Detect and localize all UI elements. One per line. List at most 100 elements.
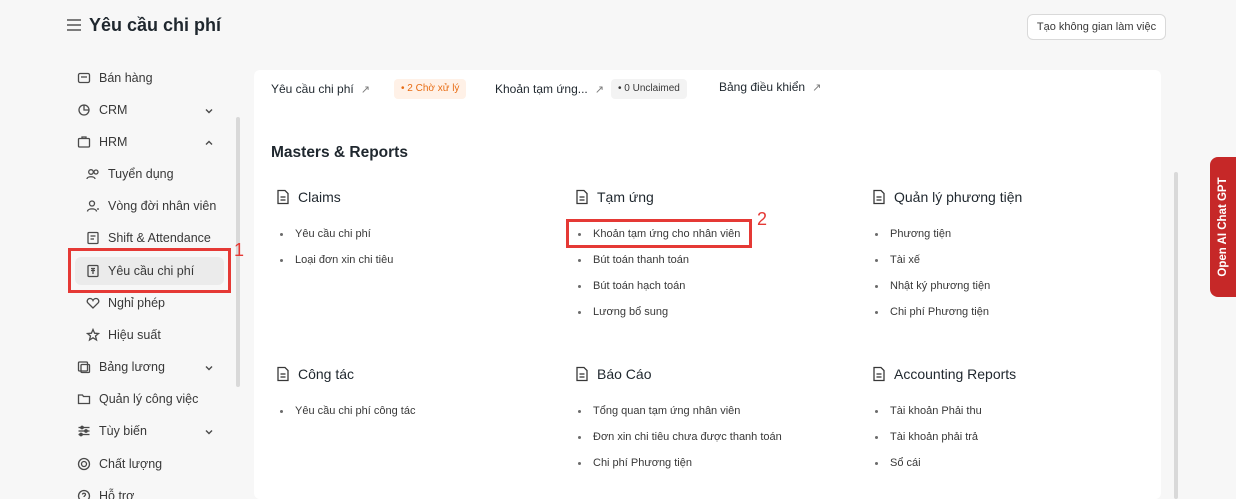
sidebar-item-label: Chất lượng — [99, 457, 163, 471]
sidebar-item-label: Bảng lương — [99, 360, 165, 374]
support-icon — [77, 489, 91, 499]
topbar: Yêu cầu chi phí Tạo không gian làm việc — [0, 0, 1236, 56]
bullet — [875, 435, 878, 439]
group-title-text: Quản lý phương tiện — [894, 189, 1023, 205]
sidebar-item-label: Nghỉ phép — [108, 296, 165, 310]
document-icon — [275, 366, 291, 382]
group-title-travel: Công tác — [275, 366, 354, 382]
link-vehicle-expense-report[interactable]: Chi phí Phương tiện — [578, 457, 692, 469]
link-text: Tài xế — [890, 254, 920, 266]
link-travel-request[interactable]: Yêu cầu chi phí công tác — [280, 405, 415, 417]
group-title-reports: Báo Cáo — [574, 366, 651, 382]
sidebar-item-recruitment[interactable]: Tuyển dụng — [86, 161, 174, 187]
bullet — [578, 310, 581, 314]
bullet — [578, 284, 581, 288]
link-text: Tổng quan tạm ứng nhân viên — [593, 405, 741, 417]
link-text: Phương tiện — [890, 228, 952, 240]
sidebar-item-employee-lifecycle[interactable]: Vòng đời nhân viên — [86, 193, 216, 219]
group-title-vehicle-management: Quản lý phương tiện — [871, 189, 1022, 205]
bullet — [280, 258, 283, 262]
chevron-up-icon[interactable] — [204, 137, 214, 147]
external-arrow-icon: ↗ — [812, 81, 822, 94]
sidebar-item-label: Hỗ trợ — [99, 489, 135, 499]
group-title-advance: Tạm ứng — [574, 189, 654, 205]
annotation-number-1: 1 — [234, 240, 245, 260]
shortcut-label: Bảng điều khiển — [719, 80, 806, 94]
bullet — [578, 409, 581, 413]
sidebar-item-label: Tùy biến — [99, 424, 147, 438]
chevron-down-icon[interactable] — [204, 362, 214, 372]
group-title-text: Báo Cáo — [597, 366, 652, 382]
payroll-icon — [77, 360, 91, 374]
sidebar-item-support[interactable]: Hỗ trợ — [77, 483, 134, 499]
link-text: Nhật ký phương tiện — [890, 280, 991, 292]
shortcut-expense-claim[interactable]: Yêu cầu chi phí ↗ — [271, 82, 370, 96]
bullet — [875, 284, 878, 288]
main-card: Yêu cầu chi phí ↗ • 2 Chờ xử lý Khoản tạ… — [254, 70, 1161, 499]
shortcut-dashboard[interactable]: Bảng điều khiển ↗ — [719, 80, 821, 94]
link-journal-entry[interactable]: Bút toán hạch toán — [578, 280, 685, 292]
create-workspace-button[interactable]: Tạo không gian làm việc — [1027, 14, 1166, 40]
sidebar-item-project-management[interactable]: Quản lý công việc — [77, 386, 198, 412]
shortcut-label: Yêu cầu chi phí — [271, 82, 354, 96]
gpt-tab-label: Open AI Chat GPT — [1217, 177, 1229, 277]
main-scrollbar[interactable] — [1174, 172, 1178, 499]
sidebar-item-label: CRM — [99, 103, 128, 117]
link-text: Đơn xin chi tiêu chưa được thanh toán — [593, 431, 782, 443]
bullet — [578, 461, 581, 465]
link-expense-claim-type[interactable]: Loại đơn xin chi tiêu — [280, 254, 393, 266]
annotation-number-2: 2 — [757, 209, 768, 229]
star-icon — [85, 327, 101, 342]
bullet — [280, 409, 283, 413]
bullet — [875, 409, 878, 413]
sidebar-item-customize[interactable]: Tùy biến — [77, 418, 214, 444]
sidebar-item-performance[interactable]: Hiệu suất — [85, 322, 161, 348]
link-expense-claim[interactable]: Yêu cầu chi phí — [280, 228, 371, 240]
link-text: Yêu cầu chi phí công tác — [295, 405, 416, 417]
sidebar-item-label: Quản lý công việc — [99, 392, 199, 406]
sidebar-item-crm[interactable]: CRM — [77, 97, 214, 123]
document-icon — [275, 189, 291, 205]
shortcut-label: Khoản tạm ứng... — [495, 82, 588, 96]
sidebar-item-leave[interactable]: Nghỉ phép — [86, 290, 165, 316]
link-vehicle-log[interactable]: Nhật ký phương tiện — [875, 280, 990, 292]
group-title-text: Công tác — [298, 366, 355, 382]
link-driver[interactable]: Tài xế — [875, 254, 920, 266]
bullet — [578, 435, 581, 439]
bullet — [875, 232, 878, 236]
bullet — [280, 232, 283, 236]
bullet — [875, 461, 878, 465]
external-arrow-icon: ↗ — [594, 83, 604, 96]
link-vehicle-expense[interactable]: Chi phí Phương tiện — [875, 306, 989, 318]
sidebar-item-quality[interactable]: Chất lượng — [77, 451, 162, 477]
sidebar-item-hrm[interactable]: HRM — [77, 129, 214, 155]
external-arrow-icon: ↗ — [360, 83, 370, 96]
link-accounts-payable[interactable]: Tài khoản phải trả — [875, 431, 978, 443]
chevron-down-icon[interactable] — [204, 105, 214, 115]
link-general-ledger[interactable]: Sổ cái — [875, 457, 921, 469]
employee-lifecycle-icon — [86, 199, 100, 213]
recruit-icon — [86, 167, 100, 181]
open-ai-chat-gpt-tab[interactable]: Open AI Chat GPT — [1210, 157, 1236, 297]
sidebar-item-label: Shift & Attendance — [108, 231, 211, 245]
link-text: Lương bổ sung — [593, 306, 669, 318]
chevron-down-icon[interactable] — [204, 426, 214, 436]
bullet — [578, 258, 581, 262]
link-unpaid-expense-claim[interactable]: Đơn xin chi tiêu chưa được thanh toán — [578, 431, 782, 443]
link-additional-salary[interactable]: Lương bổ sung — [578, 306, 668, 318]
sidebar-item-label: Bán hàng — [99, 71, 153, 85]
shortcut-employee-advance[interactable]: Khoản tạm ứng... ↗ — [495, 82, 604, 96]
menu-icon[interactable] — [67, 19, 81, 33]
bullet — [875, 310, 878, 314]
crm-icon — [77, 103, 91, 117]
group-title-text: Claims — [298, 189, 341, 205]
document-icon — [574, 189, 590, 205]
sidebar-item-payroll[interactable]: Bảng lương — [77, 354, 214, 380]
link-advance-summary[interactable]: Tổng quan tạm ứng nhân viên — [578, 405, 740, 417]
link-accounts-receivable[interactable]: Tài khoản Phải thu — [875, 405, 982, 417]
hrm-icon — [77, 135, 91, 149]
link-vehicle[interactable]: Phương tiện — [875, 228, 951, 240]
group-title-accounting-reports: Accounting Reports — [871, 366, 1016, 382]
link-payment-entry[interactable]: Bút toán thanh toán — [578, 254, 689, 266]
sidebar-item-sales[interactable]: Bán hàng — [77, 65, 153, 91]
